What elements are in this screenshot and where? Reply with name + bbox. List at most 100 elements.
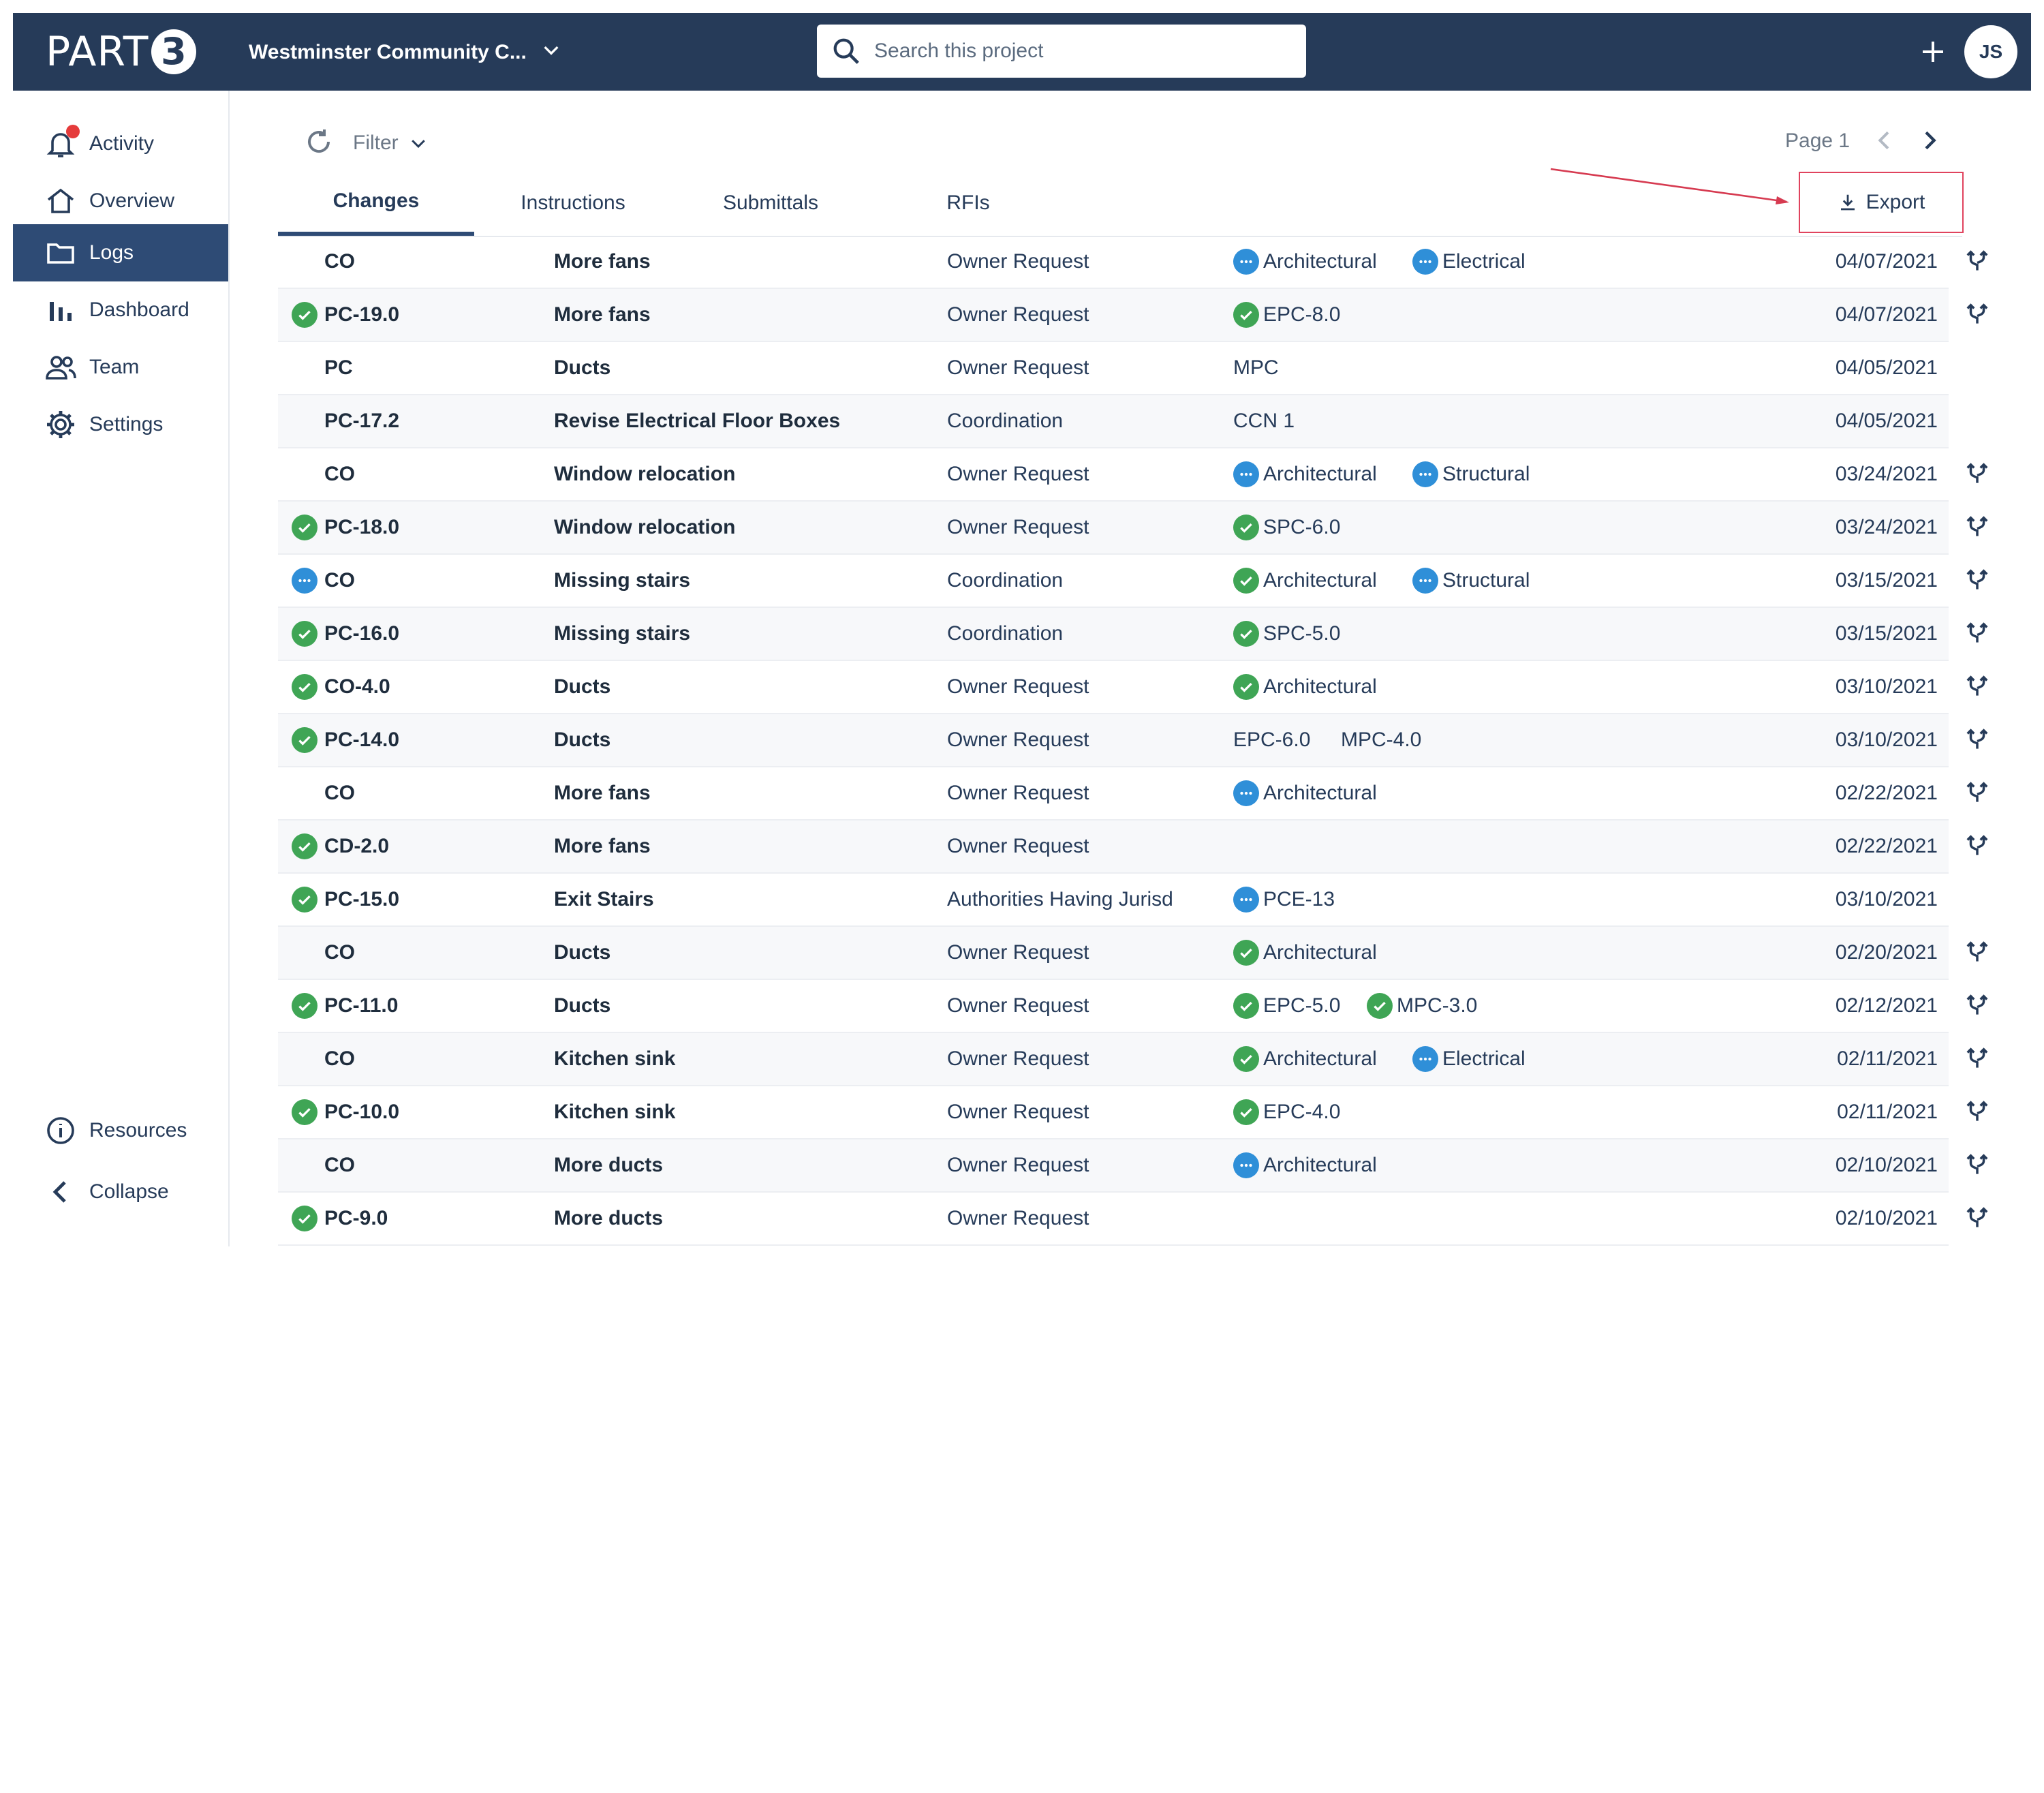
- row-date: 03/15/2021: [1835, 569, 1938, 592]
- row-tag: MPC-4.0: [1341, 714, 1421, 766]
- table-row[interactable]: CO More fans Owner Request Architectural Ele…: [278, 236, 1988, 289]
- table-row[interactable]: PC-15.0 Exit Stairs Authorities Having Jur…: [278, 874, 1949, 927]
- row-reason: Owner Request: [947, 356, 1089, 379]
- sidebar-item-team[interactable]: Team: [13, 339, 228, 396]
- sidebar-item-overview[interactable]: Overview: [13, 172, 228, 230]
- table-row[interactable]: PC-10.0 Kitchen sink Owner Request EPC-4.0 0…: [278, 1086, 1988, 1139]
- table-row[interactable]: PC-17.2 Revise Electrical Floor Boxes Coor…: [278, 395, 1949, 448]
- branch-icon-button[interactable]: [1962, 1193, 1992, 1244]
- row-reason: Authorities Having Jurisd: [947, 888, 1173, 910]
- approved-check-icon: [1367, 993, 1393, 1019]
- branch-icon-button[interactable]: [1962, 980, 1992, 1032]
- row-tag: PCE-13: [1233, 874, 1335, 925]
- approved-check-icon: [1233, 1046, 1259, 1072]
- approved-check-icon: [1233, 1099, 1259, 1125]
- row-status: [292, 874, 319, 925]
- row-tag-label: Architectural: [1263, 941, 1377, 964]
- search-box[interactable]: [817, 25, 1306, 78]
- project-selector[interactable]: Westminster Community C...: [249, 37, 562, 67]
- table-row[interactable]: CO More ducts Owner Request Architectural 02…: [278, 1139, 1988, 1193]
- row-status: [292, 927, 319, 979]
- tab-rfis[interactable]: RFIs: [869, 170, 1067, 236]
- chevron-left-icon: [1878, 131, 1889, 150]
- table-row[interactable]: PC-18.0 Window relocation Owner Request SPC…: [278, 502, 1988, 555]
- row-code: PC-19.0: [324, 303, 400, 326]
- row-tag-label: Structural: [1442, 569, 1530, 592]
- row-date: 03/10/2021: [1835, 675, 1938, 698]
- logo-number: 3: [151, 29, 197, 74]
- search-input[interactable]: [873, 39, 1284, 63]
- branch-icon: [1966, 622, 1988, 643]
- sidebar-item-resources[interactable]: Resources: [13, 1102, 228, 1159]
- row-reason: Owner Request: [947, 1101, 1089, 1123]
- branch-icon-button[interactable]: [1962, 502, 1992, 553]
- branch-icon-button[interactable]: [1962, 767, 1992, 819]
- row-reason: Coordination: [947, 622, 1064, 645]
- branch-icon-button[interactable]: [1962, 555, 1992, 607]
- row-tag: Architectural: [1233, 1033, 1377, 1085]
- pending-dots-icon: [1412, 1046, 1438, 1072]
- user-avatar[interactable]: JS: [1964, 25, 2017, 78]
- table-row[interactable]: CO More fans Owner Request Architectural 02/…: [278, 767, 1988, 821]
- sidebar-item-label: Collapse: [89, 1180, 169, 1203]
- part3-logo[interactable]: PART 3: [46, 28, 197, 76]
- sidebar-item-activity[interactable]: Activity: [13, 115, 228, 172]
- plus-icon: [1923, 42, 1943, 62]
- approved-check-icon: [292, 302, 318, 328]
- table-row[interactable]: PC-9.0 More ducts Owner Request 02/10/2021: [278, 1193, 1988, 1246]
- pending-dots-icon: [1233, 249, 1259, 275]
- tab-submittals[interactable]: Submittals: [672, 170, 869, 236]
- branch-icon-button[interactable]: [1962, 1086, 1992, 1138]
- approved-check-icon: [292, 993, 318, 1019]
- row-status: [292, 821, 319, 872]
- sidebar-item-dashboard[interactable]: Dashboard: [13, 281, 228, 339]
- tab-changes[interactable]: Changes: [278, 170, 474, 236]
- add-button[interactable]: [1913, 31, 1953, 72]
- row-title: Ducts: [554, 994, 611, 1017]
- table-row[interactable]: PC-11.0 Ducts Owner Request EPC-5.0 MPC-3.0 0…: [278, 980, 1988, 1033]
- branch-icon-button[interactable]: [1962, 1033, 1992, 1085]
- pending-dots-icon: [1233, 461, 1259, 487]
- branch-icon-button[interactable]: [1962, 661, 1992, 713]
- sidebar-item-settings[interactable]: Settings: [13, 396, 228, 453]
- row-tag-label: SPC-5.0: [1263, 622, 1341, 645]
- row-reason: Owner Request: [947, 729, 1089, 751]
- table-row[interactable]: CO Missing stairs Coordination Architectura…: [278, 555, 1988, 608]
- tab-instructions[interactable]: Instructions: [474, 170, 672, 236]
- row-date: 02/11/2021: [1837, 1047, 1938, 1070]
- branch-icon-button[interactable]: [1962, 821, 1992, 872]
- filter-dropdown[interactable]: Filter: [353, 127, 429, 159]
- refresh-button[interactable]: [303, 125, 335, 158]
- row-reason: Owner Request: [947, 994, 1089, 1017]
- sidebar-item-label: Resources: [89, 1119, 187, 1141]
- top-bar: PART 3 Westminster Community C... JS: [13, 13, 2031, 91]
- branch-icon-button[interactable]: [1962, 927, 1992, 979]
- table-row[interactable]: CO-4.0 Ducts Owner Request Architectural 03/…: [278, 661, 1988, 714]
- table-row[interactable]: CO Ducts Owner Request Architectural 02/20/2…: [278, 927, 1988, 980]
- row-code: PC-11.0: [324, 994, 399, 1017]
- approved-check-icon: [1233, 993, 1259, 1019]
- export-button[interactable]: Export: [1799, 172, 1964, 233]
- sidebar-item-logs[interactable]: Logs: [13, 224, 228, 281]
- table-row[interactable]: PC Ducts Owner Request MPC 04/05/2021: [278, 342, 1949, 395]
- branch-icon-button[interactable]: [1962, 289, 1992, 341]
- row-date: 02/20/2021: [1835, 941, 1938, 964]
- table-row[interactable]: CO Window relocation Owner Request Architec…: [278, 448, 1988, 502]
- table-row[interactable]: PC-14.0 Ducts Owner Request EPC-6.0 MPC-4.0 0…: [278, 714, 1988, 767]
- table-row[interactable]: PC-16.0 Missing stairs Coordination SPC-5.0…: [278, 608, 1988, 661]
- branch-icon-button[interactable]: [1962, 448, 1992, 500]
- branch-icon-button[interactable]: [1962, 608, 1992, 660]
- table-row[interactable]: PC-19.0 More fans Owner Request EPC-8.0 04/0…: [278, 289, 1988, 342]
- sidebar-item-collapse[interactable]: Collapse: [13, 1163, 228, 1221]
- branch-icon-button[interactable]: [1962, 236, 1992, 288]
- row-reason: Owner Request: [947, 782, 1089, 804]
- table-row[interactable]: CD-2.0 More fans Owner Request 02/22/2021: [278, 821, 1988, 874]
- previous-page-button[interactable]: [1871, 127, 1898, 154]
- table-row[interactable]: CO Kitchen sink Owner Request Architectural…: [278, 1033, 1988, 1086]
- next-page-button[interactable]: [1916, 127, 1943, 154]
- branch-icon-button[interactable]: [1962, 1139, 1992, 1191]
- row-tag-label: Architectural: [1263, 782, 1377, 804]
- branch-icon-button[interactable]: [1962, 714, 1992, 766]
- row-tag: Electrical: [1412, 1033, 1526, 1085]
- row-tag: Architectural: [1233, 927, 1377, 979]
